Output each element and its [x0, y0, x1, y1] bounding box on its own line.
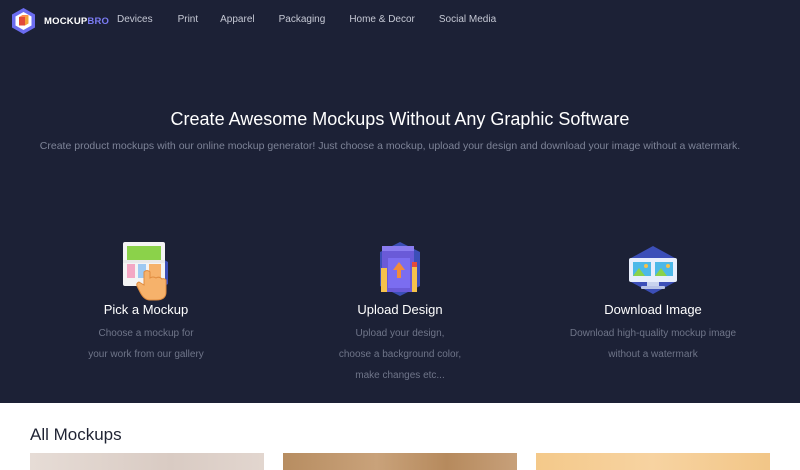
section-title: All Mockups: [30, 425, 122, 444]
nav-item-home-decor[interactable]: Home & Decor: [349, 14, 415, 25]
hero-title: Create Awesome Mockups Without Any Graph…: [170, 109, 630, 129]
mockup-thumbnail[interactable]: [283, 453, 517, 470]
nav-item-social-media[interactable]: Social Media: [439, 14, 496, 25]
mockup-thumbnail[interactable]: [536, 453, 770, 470]
step-title: Pick a Mockup: [103, 302, 189, 317]
step-download-image: Download Image Download high-quality moc…: [533, 240, 773, 365]
nav-item-print[interactable]: Print: [178, 14, 199, 25]
step-description: Download high-quality mockup image witho…: [569, 328, 737, 360]
all-mockups-section: All Mockups: [0, 403, 800, 470]
step-description: Choose a mockup for your work from our g…: [88, 328, 204, 360]
mockupbro-logo-icon: [12, 8, 35, 34]
step-title: Upload Design: [357, 302, 443, 317]
step-upload-design: Upload Design Upload your design, choose…: [280, 240, 520, 386]
step-pick-mockup: Pick a Mockup Choose a mockup for your w…: [26, 240, 266, 365]
brand-name: MOCKUPBRO: [44, 15, 110, 27]
step-description: Upload your design, choose a background …: [338, 328, 462, 381]
download-image-icon: [629, 246, 677, 294]
mockup-thumbnail[interactable]: [30, 453, 264, 470]
brand-logo[interactable]: MOCKUPBRO: [10, 7, 109, 35]
nav-item-packaging[interactable]: Packaging: [279, 14, 326, 25]
step-title: Download Image: [604, 302, 702, 317]
hero-subtitle: Create product mockups with our online m…: [39, 140, 741, 152]
top-navigation: MOCKUPBRO Devices Print Apparel Packagin…: [0, 0, 800, 42]
hero-section: MOCKUPBRO Devices Print Apparel Packagin…: [0, 0, 800, 403]
pick-mockup-icon: [123, 242, 168, 301]
nav-item-apparel[interactable]: Apparel: [220, 14, 254, 25]
nav-item-devices[interactable]: Devices: [117, 14, 153, 25]
nav-links: Devices Print Apparel Packaging Home & D…: [117, 14, 496, 25]
upload-design-icon: [380, 242, 420, 296]
